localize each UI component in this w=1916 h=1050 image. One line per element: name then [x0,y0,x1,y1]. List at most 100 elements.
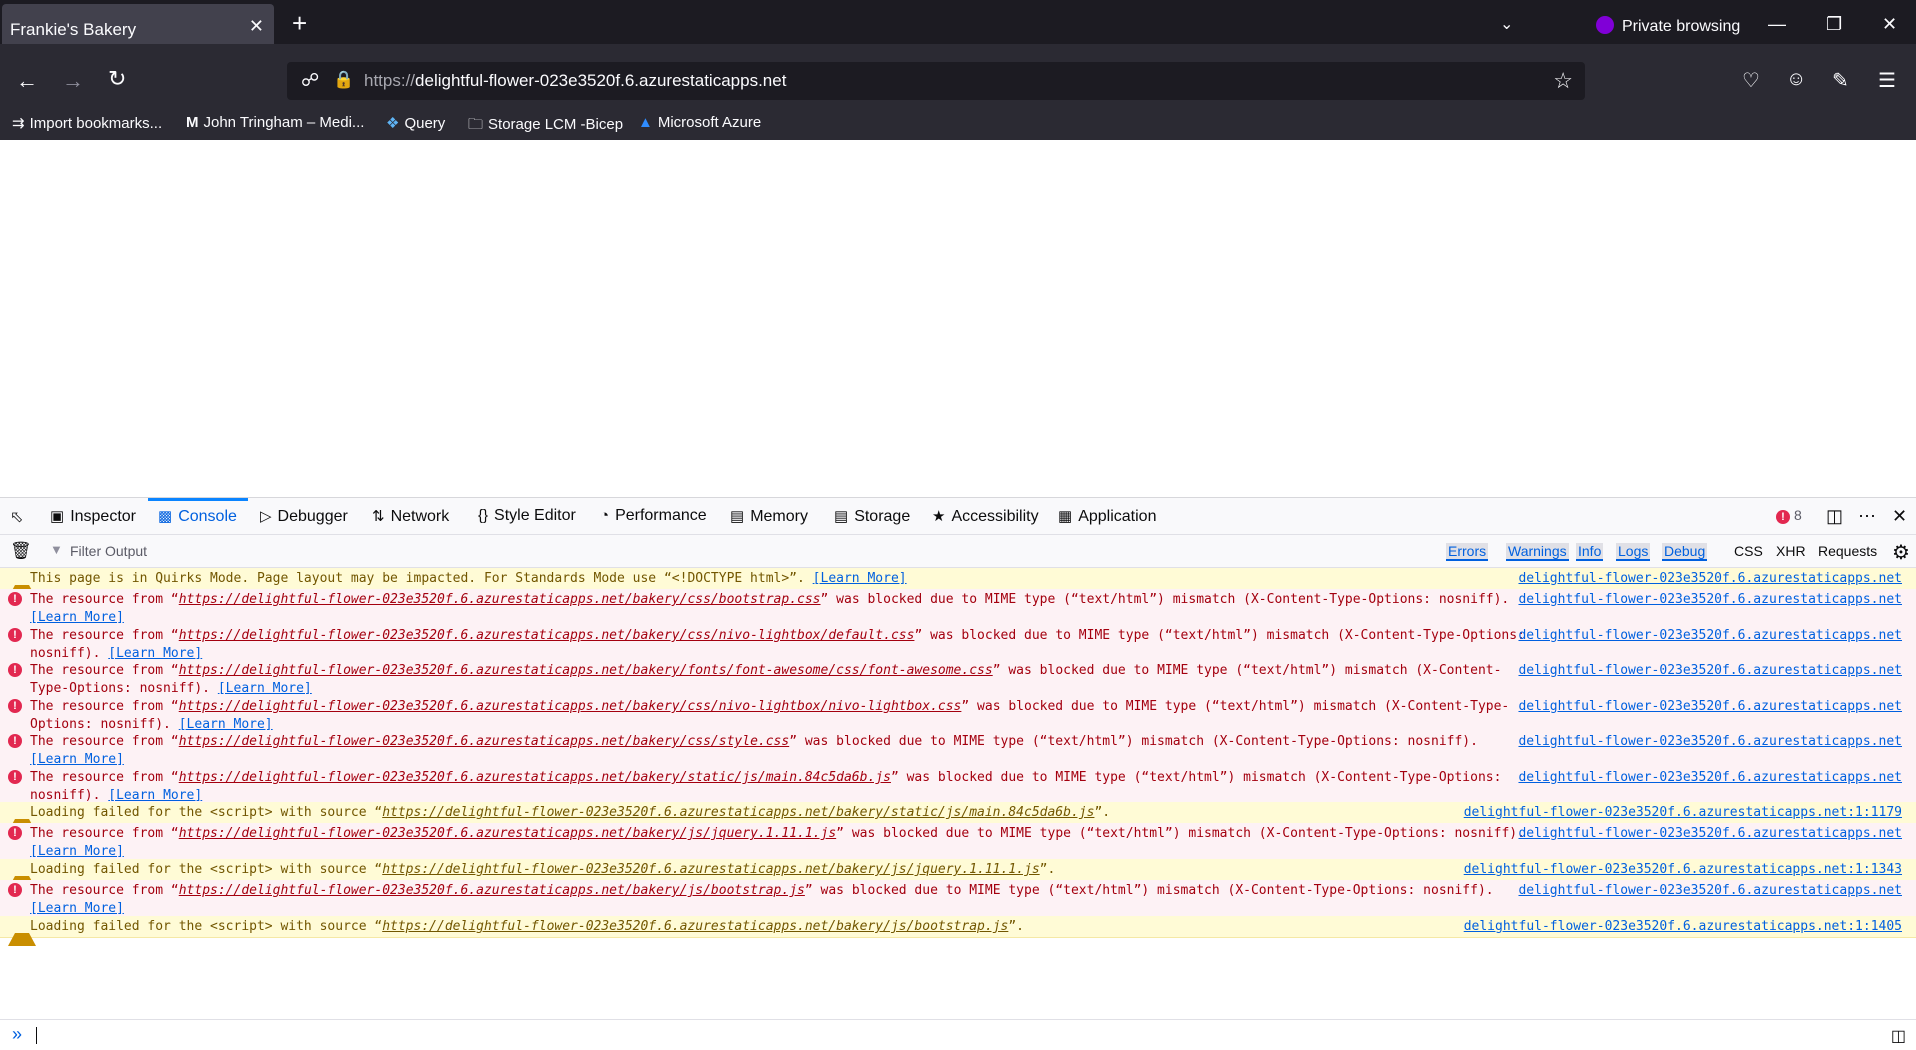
message-source-link[interactable]: delightful-flower-023e3520f.6.azurestati… [1518,570,1902,588]
filter-xhr[interactable]: XHR [1776,543,1806,559]
message-source-link[interactable]: delightful-flower-023e3520f.6.azurestati… [1518,627,1902,645]
page-content[interactable] [0,140,1916,497]
tab-application[interactable]: ▦ Application [1058,507,1156,526]
learn-more-link[interactable]: [Learn More] [30,610,124,625]
tab-memory[interactable]: ▤ Memory [730,507,808,526]
address-bar[interactable]: ☍ 🔒 https://delightful-flower-023e3520f.… [287,62,1585,100]
account-icon[interactable]: ☺ [1786,68,1806,91]
tab-debugger[interactable]: ▷ Debugger [260,507,348,526]
reload-icon[interactable]: ↻ [108,66,126,92]
close-devtools-icon[interactable]: ✕ [1892,506,1907,527]
filter-logs[interactable]: Logs [1616,543,1651,561]
window-close-icon[interactable]: ✕ [1882,14,1897,35]
resource-url[interactable]: https://delightful-flower-023e3520f.6.az… [382,919,1008,934]
filter-debug[interactable]: Debug [1662,543,1708,561]
new-tab-button[interactable]: + [292,10,307,36]
editor-mode-icon[interactable]: ◫ [1891,1026,1906,1046]
filter-requests[interactable]: Requests [1818,543,1877,559]
forward-arrow-icon[interactable]: → [62,68,84,94]
bookmark-azure[interactable]: ▲ Microsoft Azure [638,114,761,131]
console-message[interactable]: ! The resource from “https://delightful-f… [0,731,1916,768]
filter-input[interactable]: Filter Output [70,543,147,559]
resource-url[interactable]: https://delightful-flower-023e3520f.6.az… [179,628,915,643]
tab-console[interactable]: ▩ Console [158,507,237,526]
console-settings-icon[interactable]: ⚙ [1892,540,1910,565]
console-message[interactable]: ! The resource from “https://delightful-f… [0,880,1916,917]
learn-more-link[interactable]: [Learn More] [30,844,124,859]
filter-warnings[interactable]: Warnings [1506,543,1569,561]
filter-errors[interactable]: Errors [1446,543,1489,561]
console-message[interactable]: Loading failed for the <script> with sou… [0,859,1916,889]
bookmark-import[interactable]: ⇉ Import bookmarks... [12,114,162,132]
clear-console-icon[interactable]: 🗑 [10,541,32,561]
tab-style-editor[interactable]: {} Style Editor [478,507,576,525]
message-source-link[interactable]: delightful-flower-023e3520f.6.azurestati… [1518,769,1902,787]
tab-close-icon[interactable]: ✕ [249,16,264,37]
learn-more-link[interactable]: [Learn More] [218,681,312,696]
tab-network[interactable]: ⇅ Network [372,507,449,526]
tracking-shield-icon[interactable]: ☍ [301,70,319,91]
console-message[interactable]: ! The resource from “https://delightful-f… [0,625,1916,661]
console-message[interactable]: Loading failed for the <script> with sou… [0,802,1916,832]
restore-icon[interactable]: ❐ [1826,14,1842,35]
console-message[interactable]: ! The resource from “https://delightful-f… [0,823,1916,860]
learn-more-link[interactable]: [Learn More] [30,752,124,767]
console-message[interactable]: ! The resource from “https://delightful-f… [0,696,1916,732]
pocket-icon[interactable]: ♡ [1742,68,1760,93]
url-text[interactable]: https://delightful-flower-023e3520f.6.az… [364,71,786,91]
tab-accessibility[interactable]: ★ Accessibility [932,507,1039,526]
message-source-link[interactable]: delightful-flower-023e3520f.6.azurestati… [1518,825,1902,843]
message-source-link[interactable]: delightful-flower-023e3520f.6.azurestati… [1518,698,1902,716]
bookmark-label: Import bookmarks... [29,115,163,132]
learn-more-link[interactable]: [Learn More] [179,717,273,732]
console-message[interactable]: ! The resource from “https://delightful-f… [0,589,1916,626]
learn-more-link[interactable]: [Learn More] [30,901,124,916]
resource-url[interactable]: https://delightful-flower-023e3520f.6.az… [179,826,836,841]
message-prefix: Loading failed for the <script> with sou… [30,919,383,934]
message-source-link[interactable]: delightful-flower-023e3520f.6.azurestati… [1464,918,1902,936]
lock-icon[interactable]: 🔒 [333,70,354,90]
message-source-link[interactable]: delightful-flower-023e3520f.6.azurestati… [1464,804,1902,822]
more-options-icon[interactable]: ⋯ [1858,506,1876,527]
resource-url[interactable]: https://delightful-flower-023e3520f.6.az… [179,883,805,898]
extensions-icon[interactable]: ✎ [1832,68,1849,93]
minimize-icon[interactable]: — [1768,14,1786,35]
back-arrow-icon[interactable]: ← [16,68,38,94]
message-source-link[interactable]: delightful-flower-023e3520f.6.azurestati… [1518,882,1902,900]
tab-label: Application [1078,508,1157,525]
console-input[interactable]: » ◫ [0,1019,1916,1050]
error-count-badge[interactable]: ! 8 [1776,507,1802,524]
resource-url[interactable]: https://delightful-flower-023e3520f.6.az… [382,805,1094,820]
chevron-down-icon[interactable]: ⌄ [1500,14,1513,34]
learn-more-link[interactable]: [Learn More] [108,646,202,661]
tab-inspector[interactable]: ▣ Inspector [50,507,136,526]
console-message[interactable]: Loading failed for the <script> with sou… [0,916,1916,946]
bookmark-star-icon[interactable]: ☆ [1553,68,1573,94]
message-source-link[interactable]: delightful-flower-023e3520f.6.azurestati… [1518,662,1902,680]
console-message[interactable]: ! The resource from “https://delightful-f… [0,660,1916,697]
responsive-mode-icon[interactable]: ◫ [1826,506,1843,527]
bookmark-medium[interactable]: M John Tringham – Medi... [186,114,364,131]
resource-url[interactable]: https://delightful-flower-023e3520f.6.az… [179,699,962,714]
filter-css[interactable]: CSS [1734,543,1763,559]
resource-url[interactable]: https://delightful-flower-023e3520f.6.az… [179,663,993,678]
filter-info[interactable]: Info [1576,543,1604,561]
console-message[interactable]: This page is in Quirks Mode. Page layout… [0,568,1916,598]
tab-label: Inspector [70,508,136,525]
bookmark-query[interactable]: ❖ Query [386,114,445,132]
resource-url[interactable]: https://delightful-flower-023e3520f.6.az… [179,734,789,749]
bookmark-folder-storage[interactable]: 🗀 Storage LCM -Bicep [468,114,623,139]
message-source-link[interactable]: delightful-flower-023e3520f.6.azurestati… [1518,591,1902,609]
console-message[interactable]: ! The resource from “https://delightful-f… [0,767,1916,803]
resource-url[interactable]: https://delightful-flower-023e3520f.6.az… [179,592,821,607]
message-source-link[interactable]: delightful-flower-023e3520f.6.azurestati… [1518,733,1902,751]
message-source-link[interactable]: delightful-flower-023e3520f.6.azurestati… [1464,861,1902,879]
tab-storage[interactable]: ▤ Storage [834,507,910,526]
resource-url[interactable]: https://delightful-flower-023e3520f.6.az… [382,862,1039,877]
tab-performance[interactable]: ◔ Performance [600,507,707,525]
resource-url[interactable]: https://delightful-flower-023e3520f.6.az… [179,770,891,785]
learn-more-link[interactable]: [Learn More] [108,788,202,803]
menu-icon[interactable]: ☰ [1878,68,1896,93]
element-picker-icon[interactable]: ⬁ [10,507,23,527]
learn-more-link[interactable]: [Learn More] [813,571,907,586]
